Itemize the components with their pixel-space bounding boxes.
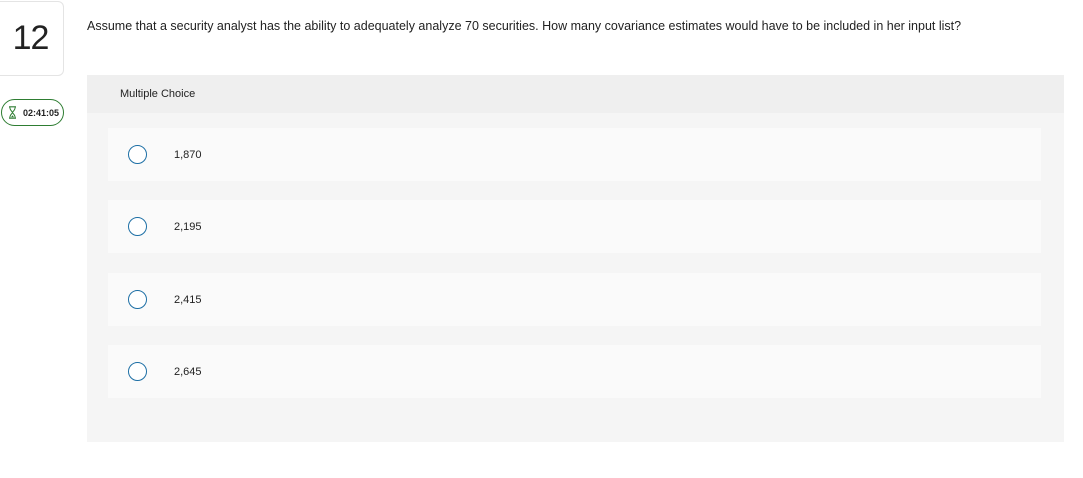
choice-option-label: 1,870	[174, 148, 202, 161]
radio-button[interactable]	[128, 290, 147, 309]
choice-option-1[interactable]: 1,870	[108, 128, 1041, 181]
choice-option-label: 2,645	[174, 365, 202, 378]
question-number-box: 12	[0, 1, 64, 76]
choice-option-label: 2,415	[174, 293, 202, 306]
choice-option-2[interactable]: 2,195	[108, 200, 1041, 253]
choice-option-3[interactable]: 2,415	[108, 273, 1041, 326]
hourglass-icon	[9, 106, 16, 119]
question-text: Assume that a security analyst has the a…	[87, 19, 962, 33]
choice-option-label: 2,195	[174, 220, 202, 233]
multiple-choice-panel: Multiple Choice 1,870 2,195 2,415 2,645	[87, 75, 1064, 442]
radio-button[interactable]	[128, 362, 147, 381]
timer-badge[interactable]: 02:41:05	[1, 99, 64, 126]
choice-option-4[interactable]: 2,645	[108, 345, 1041, 398]
question-number: 12	[12, 19, 50, 57]
question-page: 12 02:41:05 Assume that a security analy…	[0, 0, 1083, 478]
timer-value: 02:41:05	[23, 107, 60, 118]
choice-type-label: Multiple Choice	[87, 75, 1064, 113]
radio-button[interactable]	[128, 217, 147, 236]
radio-button[interactable]	[128, 145, 147, 164]
